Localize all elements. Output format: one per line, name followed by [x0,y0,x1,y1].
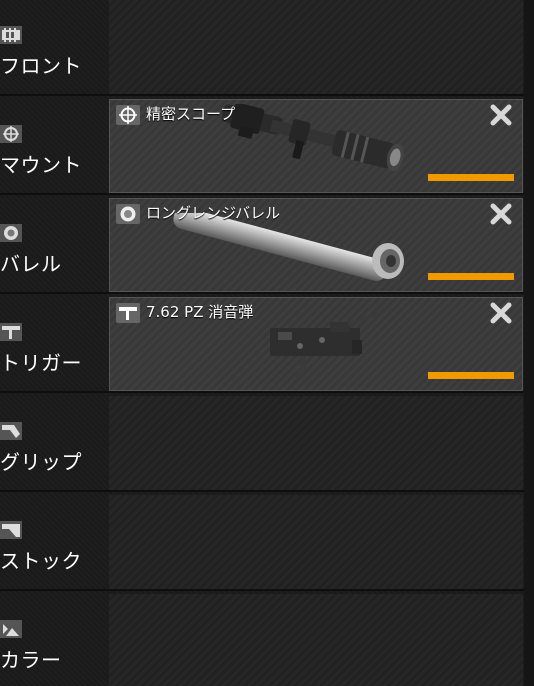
attachment-panel: フロント マウント 精密スコープ バレル ロングレンジバレル トリガー 7.62… [0,0,534,686]
barrel-image [173,213,404,281]
slot-row-trigger: トリガー 7.62 PZ 消音弾 [0,297,534,393]
slot-row-color: カラー [0,594,534,686]
slot-name-barrel: バレル [0,252,62,276]
close-icon[interactable] [490,104,512,126]
slot-row-barrel: バレル ロングレンジバレル [0,198,534,294]
equipped-card-barrel[interactable]: ロングレンジバレル [109,198,523,292]
slot-row-front: フロント [0,0,534,96]
trigger-icon [116,303,140,323]
status-bar [428,372,514,379]
slot-row-stock: ストック [0,495,534,591]
slot-label-color[interactable]: カラー [0,594,108,686]
trigger-image [270,312,379,380]
close-icon[interactable] [490,302,512,324]
slot-name-grip: グリップ [0,450,82,474]
stock-icon [0,521,22,539]
scrollbar-track[interactable] [524,0,534,686]
close-icon[interactable] [490,203,512,225]
equipped-card-mount[interactable]: 精密スコープ [109,99,523,193]
barrel-icon [116,204,140,224]
row-divider [0,490,534,492]
slot-empty-stock[interactable] [109,495,523,589]
slot-empty-color[interactable] [109,594,523,686]
slot-label-barrel[interactable]: バレル [0,198,108,294]
slot-name-color: カラー [0,648,62,672]
status-bar [428,273,514,280]
slot-name-trigger: トリガー [0,351,82,375]
mount-crosshair-icon [0,125,22,143]
slot-empty-grip[interactable] [109,396,523,490]
row-divider [0,193,534,195]
scope-image [221,104,404,172]
trigger-icon [0,323,22,341]
barrel-icon [0,224,22,242]
slot-name-front: フロント [0,54,82,78]
row-divider [0,391,534,393]
equipped-card-trigger[interactable]: 7.62 PZ 消音弾 [109,297,523,391]
slot-row-grip: グリップ [0,396,534,492]
front-sight-icon [0,26,22,44]
slot-label-grip[interactable]: グリップ [0,396,108,492]
slot-name-mount: マウント [0,153,82,177]
crosshair-icon [116,105,140,125]
equipped-name-trigger: 7.62 PZ 消音弾 [146,303,254,321]
slot-name-stock: ストック [0,549,82,573]
slot-label-stock[interactable]: ストック [0,495,108,591]
grip-icon [0,422,22,440]
slot-empty-front[interactable] [109,0,523,94]
slot-label-mount[interactable]: マウント [0,99,108,195]
status-bar [428,174,514,181]
equipped-name-mount: 精密スコープ [146,105,236,123]
row-divider [0,292,534,294]
row-divider [0,589,534,591]
equipped-name-barrel: ロングレンジバレル [146,204,281,222]
color-icon [0,620,22,638]
row-divider [0,94,534,96]
slot-label-trigger[interactable]: トリガー [0,297,108,393]
slot-label-front[interactable]: フロント [0,0,108,96]
slot-row-mount: マウント 精密スコープ [0,99,534,195]
